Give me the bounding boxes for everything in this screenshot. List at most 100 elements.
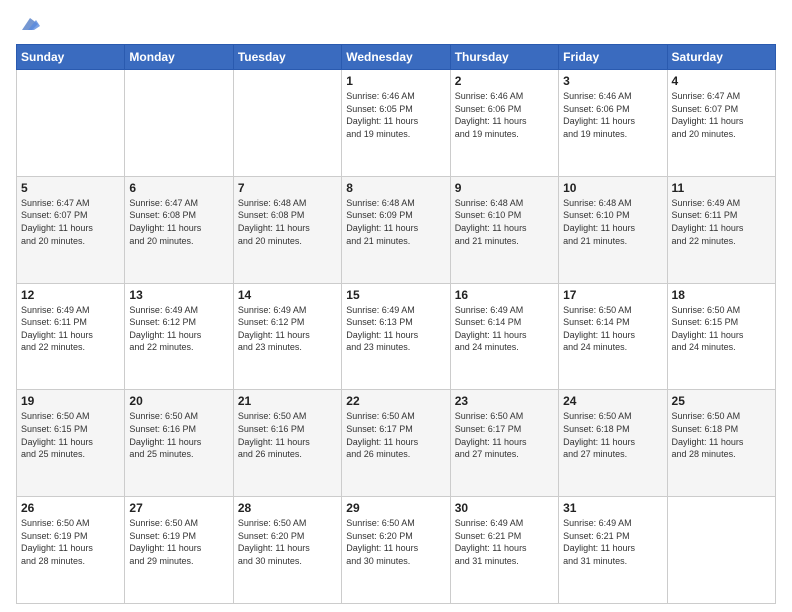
calendar-cell: 13Sunrise: 6:49 AMSunset: 6:12 PMDayligh… [125, 283, 233, 390]
weekday-header-friday: Friday [559, 45, 667, 70]
day-number: 30 [455, 501, 554, 515]
calendar-cell: 28 Sunrise: 6:50 AMSunset: 6:20 PMDayligh… [233, 497, 341, 604]
day-number: 3 [563, 74, 662, 88]
day-info: Sunrise: 6:50 AMSunset: 6:18 PMDaylight:… [563, 410, 662, 460]
calendar-table: SundayMondayTuesdayWednesdayThursdayFrid… [16, 44, 776, 604]
calendar-cell: 18 Sunrise: 6:50 AMSunset: 6:15 PMDayligh… [667, 283, 775, 390]
calendar-cell: 9 Sunrise: 6:48 AMSunset: 6:10 PMDaylight… [450, 176, 558, 283]
calendar-cell: 27 Sunrise: 6:50 AMSunset: 6:19 PMDayligh… [125, 497, 233, 604]
calendar-cell: 15 Sunrise: 6:49 AMSunset: 6:13 PMDayligh… [342, 283, 450, 390]
day-info: Sunrise: 6:50 AMSunset: 6:14 PMDaylight:… [563, 304, 662, 354]
logo-icon [18, 12, 42, 36]
day-number: 29 [346, 501, 445, 515]
day-number: 8 [346, 181, 445, 195]
week-row-5: 26 Sunrise: 6:50 AMSunset: 6:19 PMDayligh… [17, 497, 776, 604]
day-number: 2 [455, 74, 554, 88]
day-info: Sunrise: 6:50 AMSunset: 6:19 PMDaylight:… [129, 517, 228, 567]
header [16, 12, 776, 36]
calendar-cell: 10Sunrise: 6:48 AMSunset: 6:10 PMDayligh… [559, 176, 667, 283]
day-number: 14 [238, 288, 337, 302]
calendar-cell: 16 Sunrise: 6:49 AMSunset: 6:14 PMDayligh… [450, 283, 558, 390]
page: SundayMondayTuesdayWednesdayThursdayFrid… [0, 0, 792, 612]
calendar-cell: 21Sunrise: 6:50 AMSunset: 6:16 PMDayligh… [233, 390, 341, 497]
day-number: 24 [563, 394, 662, 408]
day-number: 22 [346, 394, 445, 408]
calendar-cell: 26Sunrise: 6:50 AMSunset: 6:19 PMDayligh… [17, 497, 125, 604]
day-number: 21 [238, 394, 337, 408]
calendar-cell: 29 Sunrise: 6:50 AMSunset: 6:20 PMDayligh… [342, 497, 450, 604]
day-number: 19 [21, 394, 120, 408]
week-row-3: 12 Sunrise: 6:49 AMSunset: 6:11 PMDayligh… [17, 283, 776, 390]
day-info: Sunrise: 6:50 AMSunset: 6:15 PMDaylight:… [672, 304, 771, 354]
calendar-cell: 5 Sunrise: 6:47 AMSunset: 6:07 PMDaylight… [17, 176, 125, 283]
day-number: 31 [563, 501, 662, 515]
day-number: 25 [672, 394, 771, 408]
day-number: 18 [672, 288, 771, 302]
calendar-cell: 11 Sunrise: 6:49 AMSunset: 6:11 PMDayligh… [667, 176, 775, 283]
day-info: Sunrise: 6:48 AMSunset: 6:10 PMDaylight:… [455, 197, 554, 247]
day-info: Sunrise: 6:49 AMSunset: 6:11 PMDaylight:… [21, 304, 120, 354]
weekday-header-thursday: Thursday [450, 45, 558, 70]
day-number: 12 [21, 288, 120, 302]
week-row-1: 1 Sunrise: 6:46 AMSunset: 6:05 PMDaylight… [17, 70, 776, 177]
day-info: Sunrise: 6:50 AMSunset: 6:16 PMDaylight:… [129, 410, 228, 460]
week-row-2: 5 Sunrise: 6:47 AMSunset: 6:07 PMDaylight… [17, 176, 776, 283]
calendar-cell: 2 Sunrise: 6:46 AMSunset: 6:06 PMDaylight… [450, 70, 558, 177]
calendar-cell: 19 Sunrise: 6:50 AMSunset: 6:15 PMDayligh… [17, 390, 125, 497]
calendar-cell: 23 Sunrise: 6:50 AMSunset: 6:17 PMDayligh… [450, 390, 558, 497]
day-info: Sunrise: 6:47 AMSunset: 6:07 PMDaylight:… [21, 197, 120, 247]
day-info: Sunrise: 6:49 AMSunset: 6:12 PMDaylight:… [238, 304, 337, 354]
day-number: 11 [672, 181, 771, 195]
day-number: 23 [455, 394, 554, 408]
day-number: 15 [346, 288, 445, 302]
weekday-header-monday: Monday [125, 45, 233, 70]
day-info: Sunrise: 6:50 AMSunset: 6:20 PMDaylight:… [238, 517, 337, 567]
day-info: Sunrise: 6:50 AMSunset: 6:17 PMDaylight:… [455, 410, 554, 460]
day-info: Sunrise: 6:49 AMSunset: 6:14 PMDaylight:… [455, 304, 554, 354]
weekday-header-wednesday: Wednesday [342, 45, 450, 70]
day-number: 26 [21, 501, 120, 515]
day-number: 10 [563, 181, 662, 195]
day-info: Sunrise: 6:46 AMSunset: 6:06 PMDaylight:… [455, 90, 554, 140]
day-info: Sunrise: 6:47 AMSunset: 6:08 PMDaylight:… [129, 197, 228, 247]
calendar-cell: 24 Sunrise: 6:50 AMSunset: 6:18 PMDayligh… [559, 390, 667, 497]
day-info: Sunrise: 6:50 AMSunset: 6:20 PMDaylight:… [346, 517, 445, 567]
day-info: Sunrise: 6:49 AMSunset: 6:13 PMDaylight:… [346, 304, 445, 354]
day-number: 17 [563, 288, 662, 302]
calendar-cell [233, 70, 341, 177]
day-number: 20 [129, 394, 228, 408]
day-number: 6 [129, 181, 228, 195]
weekday-header-saturday: Saturday [667, 45, 775, 70]
day-info: Sunrise: 6:49 AMSunset: 6:21 PMDaylight:… [563, 517, 662, 567]
day-number: 9 [455, 181, 554, 195]
day-number: 1 [346, 74, 445, 88]
day-number: 16 [455, 288, 554, 302]
day-number: 27 [129, 501, 228, 515]
calendar-cell [125, 70, 233, 177]
calendar-cell: 22 Sunrise: 6:50 AMSunset: 6:17 PMDayligh… [342, 390, 450, 497]
calendar-cell: 17 Sunrise: 6:50 AMSunset: 6:14 PMDayligh… [559, 283, 667, 390]
calendar-cell: 30 Sunrise: 6:49 AMSunset: 6:21 PMDayligh… [450, 497, 558, 604]
weekday-header-row: SundayMondayTuesdayWednesdayThursdayFrid… [17, 45, 776, 70]
day-number: 28 [238, 501, 337, 515]
day-number: 7 [238, 181, 337, 195]
weekday-header-tuesday: Tuesday [233, 45, 341, 70]
calendar-cell [17, 70, 125, 177]
day-info: Sunrise: 6:49 AMSunset: 6:21 PMDaylight:… [455, 517, 554, 567]
day-number: 5 [21, 181, 120, 195]
calendar-cell: 31 Sunrise: 6:49 AMSunset: 6:21 PMDayligh… [559, 497, 667, 604]
calendar-cell: 14 Sunrise: 6:49 AMSunset: 6:12 PMDayligh… [233, 283, 341, 390]
day-info: Sunrise: 6:48 AMSunset: 6:09 PMDaylight:… [346, 197, 445, 247]
day-number: 13 [129, 288, 228, 302]
calendar-cell: 12 Sunrise: 6:49 AMSunset: 6:11 PMDayligh… [17, 283, 125, 390]
calendar-cell: 6 Sunrise: 6:47 AMSunset: 6:08 PMDaylight… [125, 176, 233, 283]
calendar-cell: 4Sunrise: 6:47 AMSunset: 6:07 PMDaylight… [667, 70, 775, 177]
day-info: Sunrise: 6:47 AMSunset: 6:07 PMDaylight:… [672, 90, 771, 140]
day-info: Sunrise: 6:46 AMSunset: 6:05 PMDaylight:… [346, 90, 445, 140]
day-info: Sunrise: 6:50 AMSunset: 6:18 PMDaylight:… [672, 410, 771, 460]
day-info: Sunrise: 6:46 AMSunset: 6:06 PMDaylight:… [563, 90, 662, 140]
day-info: Sunrise: 6:50 AMSunset: 6:15 PMDaylight:… [21, 410, 120, 460]
day-info: Sunrise: 6:50 AMSunset: 6:17 PMDaylight:… [346, 410, 445, 460]
day-info: Sunrise: 6:48 AMSunset: 6:08 PMDaylight:… [238, 197, 337, 247]
day-info: Sunrise: 6:49 AMSunset: 6:11 PMDaylight:… [672, 197, 771, 247]
